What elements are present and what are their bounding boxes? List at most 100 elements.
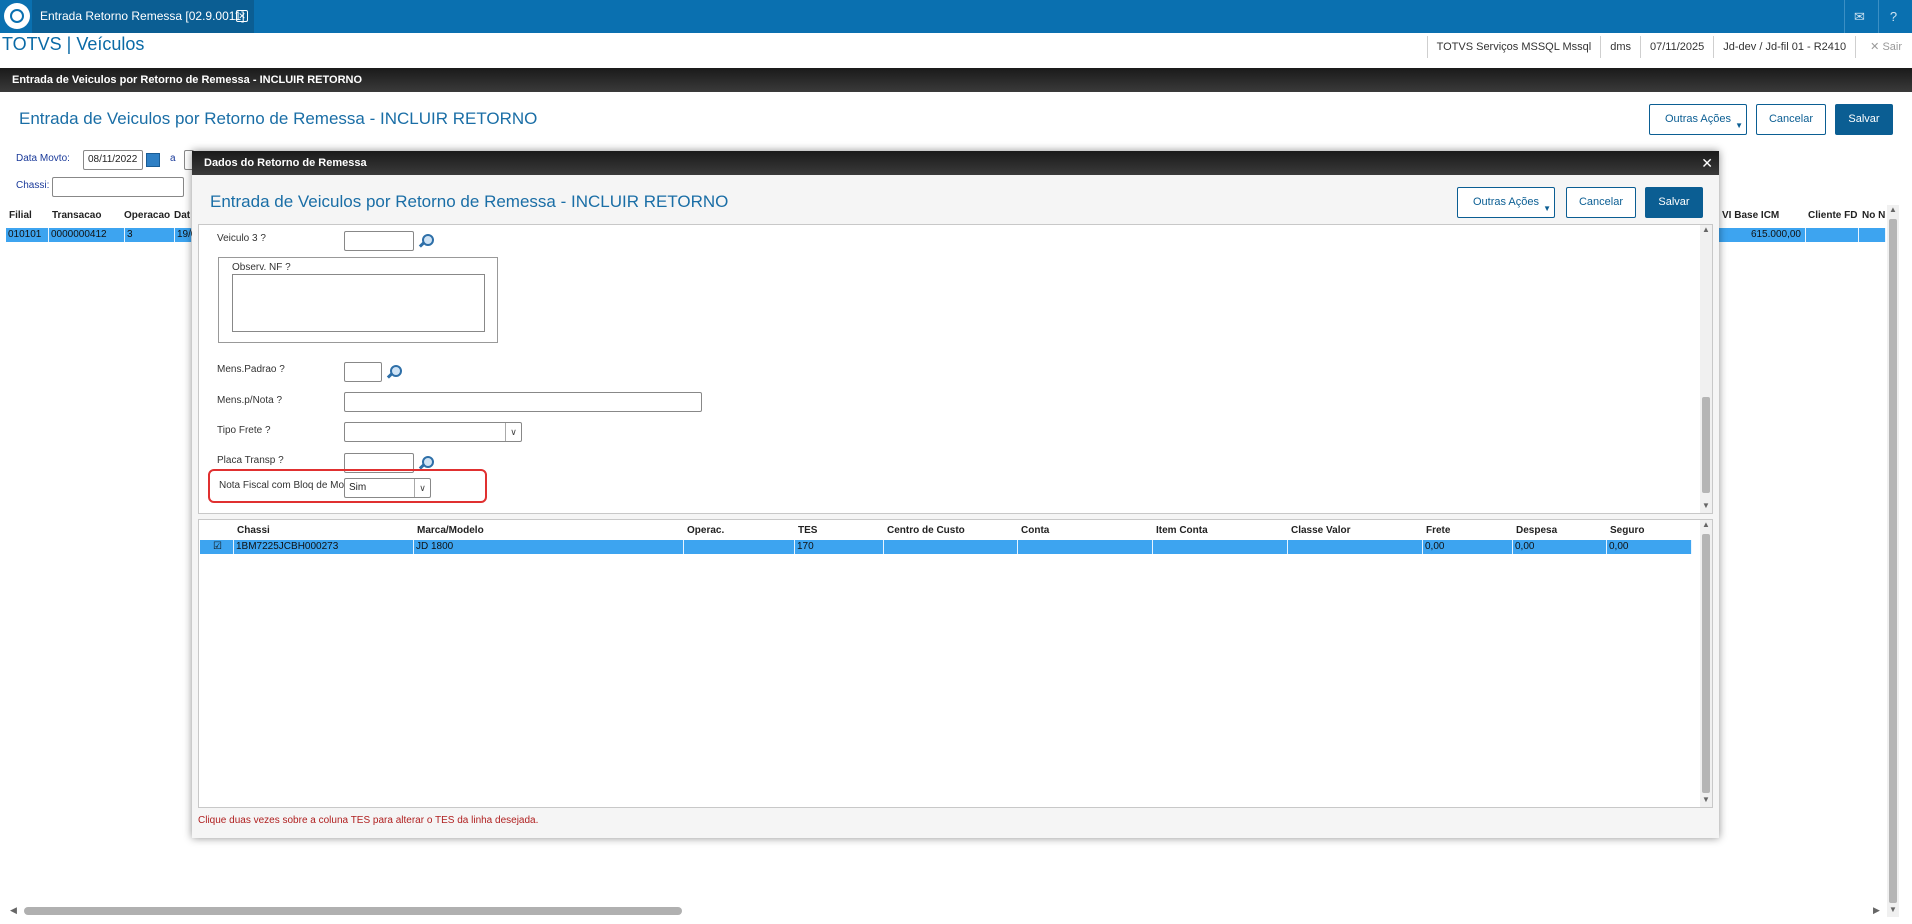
- col-header-item-conta[interactable]: Item Conta: [1156, 525, 1208, 536]
- cell-cliente-fd: [1806, 228, 1859, 242]
- chassi-filter-label: Chassi:: [16, 180, 50, 191]
- dialog-cancel-button[interactable]: Cancelar: [1566, 187, 1636, 218]
- cell-item-conta: [1153, 540, 1288, 554]
- dialog-page-title: Entrada de Veiculos por Retorno de Remes…: [210, 192, 729, 211]
- col-header-operac[interactable]: Operac.: [687, 525, 724, 536]
- mail-icon[interactable]: ✉: [1844, 0, 1874, 33]
- calendar-icon[interactable]: [146, 153, 160, 167]
- retorno-remessa-dialog: Dados do Retorno de Remessa ✕ Entrada de…: [192, 151, 1719, 838]
- search-icon[interactable]: [418, 234, 434, 248]
- status-bar: TOTVS Serviços MSSQL Mssql dms 07/11/202…: [1426, 36, 1912, 58]
- cell-data: 19/0: [177, 228, 197, 242]
- cell-operac: [684, 540, 795, 554]
- scroll-down-icon[interactable]: ▼: [1888, 905, 1898, 914]
- exit-button[interactable]: ✕ Sair: [1855, 36, 1912, 58]
- col-header-seguro[interactable]: Seguro: [1610, 525, 1644, 536]
- col-header-despesa[interactable]: Despesa: [1516, 525, 1557, 536]
- dialog-close-icon[interactable]: ✕: [1701, 151, 1713, 175]
- nota-bloq-value: Sim: [349, 482, 367, 493]
- mens-padrao-label: Mens.Padrao ?: [217, 364, 285, 375]
- dialog-save-button[interactable]: Salvar: [1645, 187, 1703, 218]
- close-icon: ✕: [1870, 41, 1883, 53]
- scroll-up-icon[interactable]: ▲: [1701, 520, 1711, 529]
- tab-close-icon[interactable]: ✕: [236, 10, 248, 22]
- cell-base-icm: 615.000,00: [1718, 228, 1806, 242]
- scrollbar-thumb[interactable]: [1702, 534, 1710, 793]
- observ-nf-textarea[interactable]: [232, 274, 485, 332]
- form-panel: Veiculo 3 ? Observ. NF ? Mens.Padrao ? M…: [198, 224, 1713, 514]
- col-header-cliente-fd[interactable]: Cliente FD: [1808, 210, 1857, 221]
- veiculo3-label: Veiculo 3 ?: [217, 233, 266, 244]
- dialog-outras-acoes-button[interactable]: Outras Ações ▼: [1457, 187, 1555, 218]
- cell-conta: [1018, 540, 1153, 554]
- nota-bloq-select[interactable]: Sim ∨: [344, 478, 431, 498]
- table-row[interactable]: 010101 0000000412 3 19/0: [6, 228, 197, 242]
- col-header-frete[interactable]: Frete: [1426, 525, 1450, 536]
- tipo-frete-select[interactable]: ∨: [344, 422, 522, 442]
- scroll-right-icon[interactable]: ▶: [1873, 905, 1883, 916]
- col-header-operacao[interactable]: Operacao: [124, 210, 170, 221]
- screen-title-bar: Entrada de Veiculos por Retorno de Remes…: [0, 68, 1912, 92]
- save-button[interactable]: Salvar: [1835, 104, 1893, 135]
- caret-down-icon: ▼: [1543, 204, 1551, 213]
- chevron-down-icon: ∨: [505, 423, 521, 441]
- cancel-button[interactable]: Cancelar: [1756, 104, 1826, 135]
- scroll-down-icon[interactable]: ▼: [1701, 795, 1711, 804]
- form-vertical-scrollbar[interactable]: ▲ ▼: [1700, 225, 1712, 513]
- totvs-logo-icon[interactable]: [4, 3, 30, 29]
- veiculo3-input[interactable]: [344, 231, 414, 251]
- cell-centro-custo: [884, 540, 1018, 554]
- scrollbar-thumb[interactable]: [1889, 219, 1897, 903]
- col-header-marca-modelo[interactable]: Marca/Modelo: [417, 525, 484, 536]
- col-header-classe-valor[interactable]: Classe Valor: [1291, 525, 1350, 536]
- chassi-filter-input[interactable]: [52, 177, 184, 197]
- active-window-tab[interactable]: Entrada Retorno Remessa [02.9.0011] ✕: [32, 0, 254, 33]
- caret-down-icon: ▼: [1735, 121, 1743, 130]
- cell-frete: 0,00: [1423, 540, 1513, 554]
- search-icon[interactable]: [386, 365, 402, 379]
- data-movto-input[interactable]: 08/11/2022: [83, 150, 143, 170]
- col-header-data[interactable]: Dat: [174, 210, 190, 221]
- scroll-up-icon[interactable]: ▲: [1888, 205, 1898, 214]
- table-row[interactable]: ☑ 1BM7225JCBH000273 JD 1800 170 0,00 0,0…: [200, 540, 1692, 554]
- page-vertical-scrollbar[interactable]: ▲ ▼: [1887, 205, 1899, 917]
- outras-acoes-button[interactable]: Outras Ações ▼: [1649, 104, 1747, 135]
- scrollbar-thumb[interactable]: [1702, 397, 1710, 493]
- mens-padrao-input[interactable]: [344, 362, 382, 382]
- nota-bloq-label: Nota Fiscal com Bloq de Mov. ?: [219, 480, 360, 491]
- dialog-title: Dados do Retorno de Remessa: [204, 157, 367, 169]
- mens-nota-input[interactable]: [344, 392, 702, 412]
- status-date: 07/11/2025: [1640, 36, 1713, 58]
- dialog-outras-acoes-label: Outras Ações: [1472, 196, 1540, 208]
- placa-transp-label: Placa Transp ?: [217, 455, 284, 466]
- row-checkbox-icon[interactable]: ☑: [200, 540, 234, 554]
- dialog-header: Dados do Retorno de Remessa ✕: [192, 151, 1719, 175]
- mens-nota-label: Mens.p/Nota ?: [217, 395, 283, 406]
- col-header-no-n[interactable]: No N: [1862, 210, 1885, 221]
- col-header-conta[interactable]: Conta: [1021, 525, 1049, 536]
- items-vertical-scrollbar[interactable]: ▲ ▼: [1700, 520, 1712, 807]
- col-header-base-icm[interactable]: VI Base ICM: [1722, 210, 1779, 221]
- scroll-up-icon[interactable]: ▲: [1701, 225, 1711, 234]
- col-header-centro-custo[interactable]: Centro de Custo: [887, 525, 965, 536]
- cell-transacao: 0000000412: [49, 228, 125, 242]
- col-header-transacao[interactable]: Transacao: [52, 210, 101, 221]
- observ-nf-group: Observ. NF ?: [218, 257, 498, 343]
- top-bar: Entrada Retorno Remessa [02.9.0011] ✕ ✉ …: [0, 0, 1912, 33]
- horizontal-scrollbar-thumb[interactable]: [24, 907, 682, 915]
- cell-tes[interactable]: 170: [795, 540, 884, 554]
- cell-no-n: [1859, 228, 1886, 242]
- search-icon[interactable]: [418, 456, 434, 470]
- table-row-right[interactable]: 615.000,00: [1718, 228, 1886, 242]
- observ-nf-label: Observ. NF ?: [232, 262, 291, 273]
- tab-title: Entrada Retorno Remessa [02.9.0011]: [40, 9, 245, 23]
- col-header-tes[interactable]: TES: [798, 525, 817, 536]
- scroll-left-icon[interactable]: ◀: [10, 905, 20, 916]
- outras-acoes-label: Outras Ações: [1664, 113, 1732, 125]
- col-header-filial[interactable]: Filial: [9, 210, 32, 221]
- exit-label: Sair: [1882, 41, 1902, 53]
- scroll-down-icon[interactable]: ▼: [1701, 501, 1711, 510]
- help-icon[interactable]: ?: [1878, 0, 1908, 33]
- chevron-down-icon: ∨: [414, 479, 430, 497]
- col-header-chassi[interactable]: Chassi: [237, 525, 270, 536]
